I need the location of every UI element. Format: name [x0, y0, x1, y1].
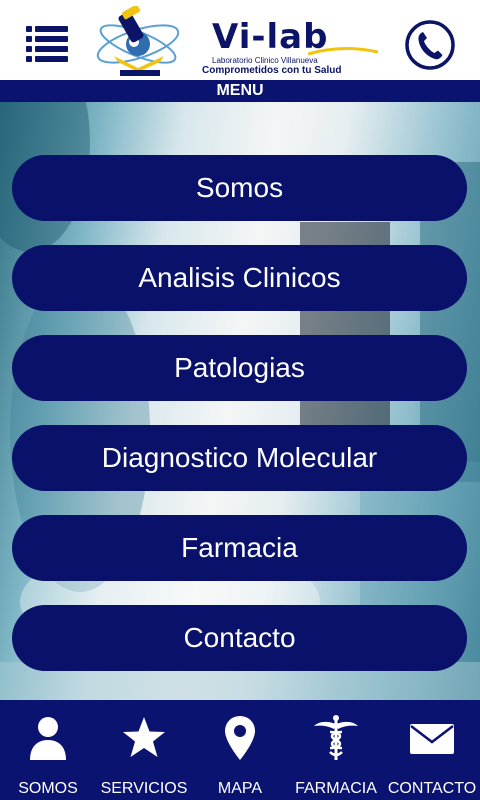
map-pin-icon [225, 716, 255, 760]
nav-item-servicios[interactable]: SERVICIOS [96, 700, 192, 800]
nav-label-mapa: MAPA [217, 780, 263, 797]
menu-button-contacto[interactable]: Contacto [12, 605, 467, 671]
menu-button-farmacia[interactable]: Farmacia [12, 515, 467, 581]
nav-label-farmacia: FARMACIA [295, 780, 377, 797]
menu-button-somos[interactable]: Somos [12, 155, 467, 221]
menu-content: Somos Analisis Clinicos Patologias Diagn… [0, 102, 480, 700]
phone-icon[interactable] [404, 19, 456, 71]
nav-label-servicios: SERVICIOS [100, 780, 188, 797]
bottom-navigation: SOMOS SERVICIOS MAPA FARMACIA CONTACTO [0, 700, 480, 800]
menu-button-patologias[interactable]: Patologias [12, 335, 467, 401]
star-icon [123, 717, 165, 757]
vilab-logo: Vi-lab Laboratorio Clinico Villanueva Co… [94, 6, 386, 78]
nav-label-somos: SOMOS [18, 780, 78, 797]
nav-item-mapa[interactable]: MAPA [192, 700, 288, 800]
nav-label-contacto: CONTACTO [387, 780, 477, 797]
menu-title-bar: MENU [0, 80, 480, 102]
logo-swoosh [308, 46, 378, 56]
envelope-icon [410, 724, 454, 754]
menu-button-diagnostico-molecular[interactable]: Diagnostico Molecular [12, 425, 467, 491]
app-header: Vi-lab Laboratorio Clinico Villanueva Co… [0, 0, 480, 80]
logo-subtitle-1: Laboratorio Clinico Villanueva [212, 56, 318, 65]
logo-emblem [96, 6, 180, 76]
nav-item-farmacia[interactable]: FARMACIA [288, 700, 384, 800]
menu-button-analisis-clinicos[interactable]: Analisis Clinicos [12, 245, 467, 311]
person-icon [30, 717, 66, 760]
nav-item-contacto[interactable]: CONTACTO [384, 700, 480, 800]
caduceus-icon [314, 715, 358, 760]
nav-item-somos[interactable]: SOMOS [0, 700, 96, 800]
hamburger-icon[interactable] [26, 24, 68, 64]
logo-subtitle-2: Comprometidos con tu Salud [202, 65, 342, 76]
